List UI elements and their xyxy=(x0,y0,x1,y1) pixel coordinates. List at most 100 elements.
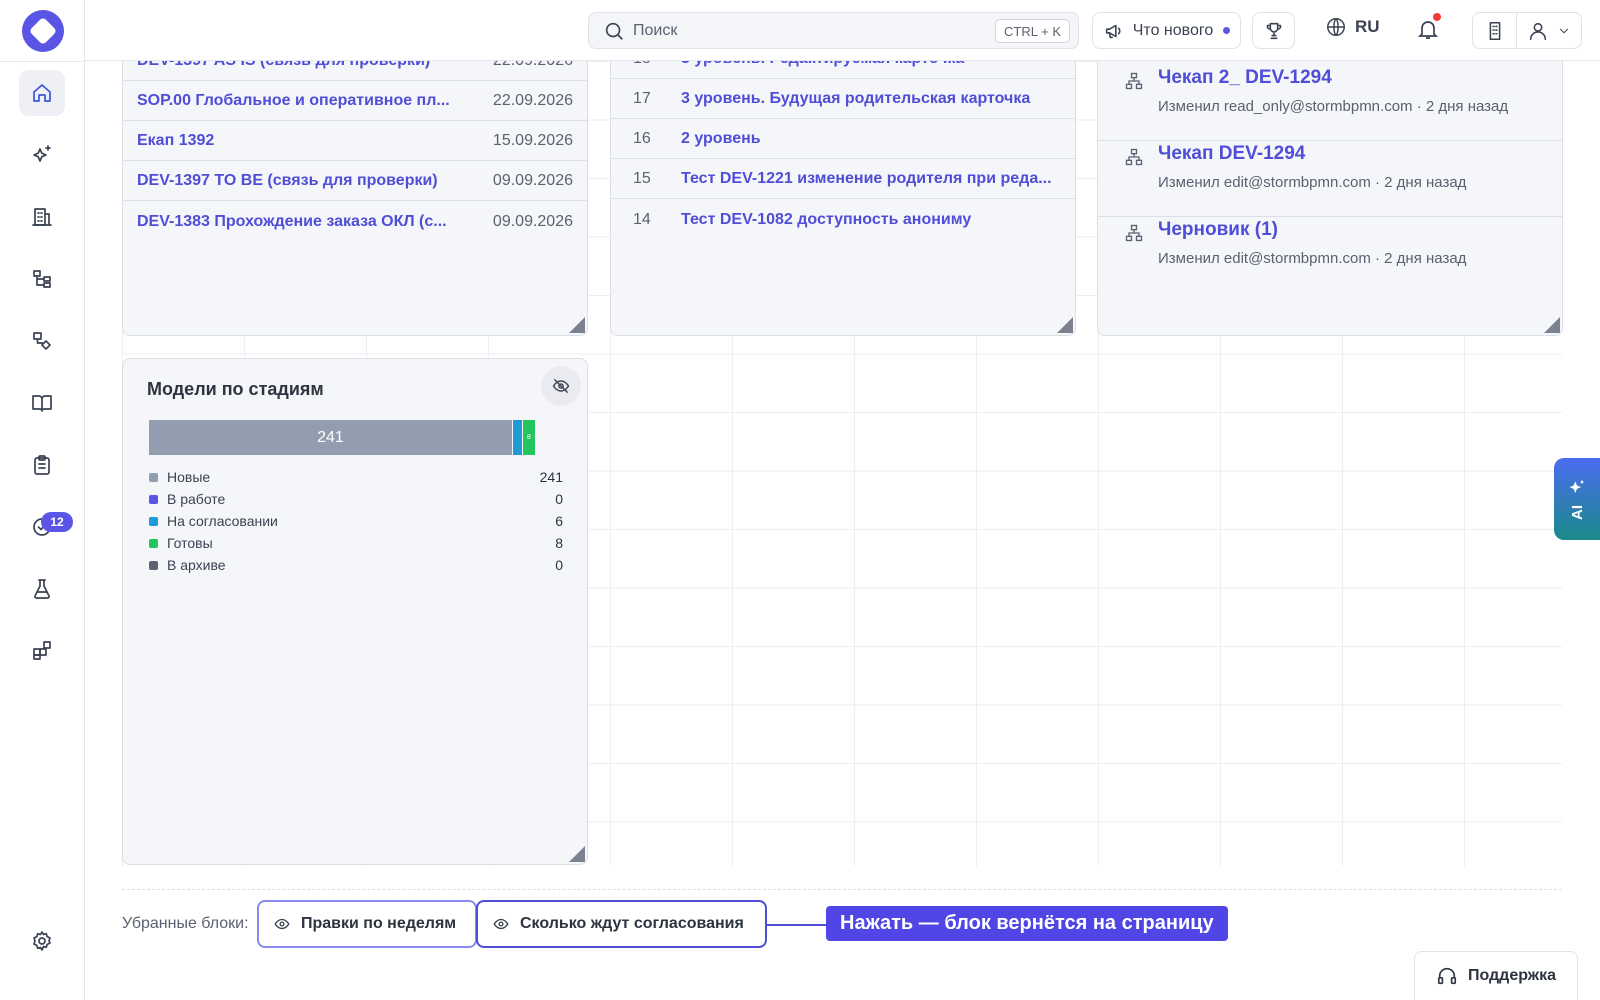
model-link[interactable]: Екап 1392 xyxy=(137,132,467,150)
legend-swatch xyxy=(149,538,158,548)
card-link[interactable]: Тест DEV-1082 доступность анониму xyxy=(681,211,1061,229)
hierarchy-icon xyxy=(33,270,51,288)
bar-segment-ready: 8 xyxy=(522,420,535,455)
globe-icon xyxy=(1327,18,1345,36)
settings-icon xyxy=(33,931,51,951)
notifications-button[interactable] xyxy=(1416,13,1441,46)
sidebar-item-processes[interactable] xyxy=(19,318,65,364)
sparkles-icon xyxy=(33,145,51,162)
restore-block-chip-approval-wait[interactable]: Сколько ждут согласования xyxy=(476,900,767,948)
model-date: 09.09.2026 xyxy=(492,172,573,189)
legend-value: 8 xyxy=(555,535,563,551)
card-link[interactable]: 2 уровень xyxy=(681,130,1061,148)
card-link[interactable]: Тест DEV-1221 изменение родителя при ред… xyxy=(681,170,1061,188)
sidebar-item-lab[interactable] xyxy=(19,566,65,612)
sidebar-item-organization[interactable] xyxy=(19,194,65,240)
search-icon xyxy=(605,22,623,40)
building-icon xyxy=(1489,21,1500,40)
whats-new-button[interactable]: Что нового xyxy=(1092,12,1241,49)
clipboard-icon xyxy=(34,455,50,475)
sidebar-item-home[interactable] xyxy=(19,70,65,116)
cards-list-card: 18 3 уровень. Редактируемая карточка 17 … xyxy=(610,31,1076,336)
eye-icon xyxy=(274,918,290,930)
resize-handle[interactable] xyxy=(569,846,585,862)
sidebar-item-hierarchy[interactable] xyxy=(19,256,65,302)
chevron-down-icon xyxy=(1560,28,1568,33)
search-shortcut-hint: CTRL + K xyxy=(995,19,1070,43)
legend-label: Готовы xyxy=(167,535,213,551)
recent-activity-card: Чекап 2_ DEV-1294 Изменил read_only@stor… xyxy=(1097,31,1563,336)
org-chart-icon xyxy=(1125,148,1143,166)
legend-value: 241 xyxy=(539,469,563,485)
activity-subtitle: Изменил edit@stormbpmn.com · 2 дня назад xyxy=(1158,250,1467,267)
sidebar-divider xyxy=(0,61,85,62)
table-row[interactable]: DEV-1383 Прохождение заказа ОКЛ (с... 09… xyxy=(123,202,587,241)
table-row[interactable]: 14 Тест DEV-1082 доступность анониму xyxy=(611,200,1075,239)
support-button[interactable]: Поддержка xyxy=(1414,951,1578,1000)
resize-handle[interactable] xyxy=(1057,317,1073,333)
table-row[interactable]: DEV-1397 TO BE (связь для проверки) 09.0… xyxy=(123,162,587,201)
card-number: 14 xyxy=(633,210,651,228)
activity-item[interactable]: Чекап 2_ DEV-1294 Изменил read_only@stor… xyxy=(1098,65,1562,141)
ai-assistant-tab[interactable]: AI xyxy=(1554,458,1600,540)
flask-icon xyxy=(34,579,50,599)
model-date: 22.09.2026 xyxy=(492,92,573,109)
table-row[interactable]: 17 3 уровень. Будущая родительская карто… xyxy=(611,80,1075,119)
table-row[interactable]: 16 2 уровень xyxy=(611,120,1075,159)
achievements-button[interactable] xyxy=(1252,12,1295,49)
hide-block-button[interactable] xyxy=(541,366,581,406)
logo[interactable] xyxy=(22,10,64,52)
top-header: CTRL + K Что нового RU xyxy=(85,0,1600,61)
megaphone-icon xyxy=(1105,24,1121,38)
legend-swatch xyxy=(149,516,158,526)
legend-value: 0 xyxy=(555,557,563,573)
activity-item[interactable]: Черновик (1) Изменил edit@stormbpmn.com … xyxy=(1098,217,1562,293)
activity-title[interactable]: Черновик (1) xyxy=(1158,219,1278,241)
model-link[interactable]: SOP.00 Глобальное и оперативное пл... xyxy=(137,92,467,110)
activity-item[interactable]: Чекап DEV-1294 Изменил edit@stormbpmn.co… xyxy=(1098,141,1562,217)
approvals-count-badge: 12 xyxy=(41,512,73,532)
workspace-button[interactable] xyxy=(1472,12,1517,49)
model-link[interactable]: DEV-1397 TO BE (связь для проверки) xyxy=(137,172,467,190)
resize-handle[interactable] xyxy=(569,317,585,333)
search-input[interactable] xyxy=(633,21,973,40)
table-row[interactable]: SOP.00 Глобальное и оперативное пл... 22… xyxy=(123,82,587,121)
recent-models-card: DEV-1397 AS IS (связь для проверки) 22.0… xyxy=(122,31,588,336)
trophy-icon xyxy=(1266,22,1281,39)
eye-off-icon xyxy=(552,378,570,394)
sidebar-item-registry[interactable] xyxy=(19,442,65,488)
legend-value: 6 xyxy=(555,513,563,529)
user-menu-button[interactable] xyxy=(1516,12,1582,49)
search-box[interactable]: CTRL + K xyxy=(588,12,1079,49)
model-date: 09.09.2026 xyxy=(492,212,573,230)
sidebar-item-settings[interactable] xyxy=(19,918,65,964)
card-link[interactable]: 3 уровень. Будущая родительская карточка xyxy=(681,90,1061,108)
flow-icon xyxy=(33,332,51,350)
table-row[interactable]: 15 Тест DEV-1221 изменение родителя при … xyxy=(611,160,1075,199)
legend-value: 0 xyxy=(555,491,563,507)
sidebar-item-ai[interactable] xyxy=(19,132,65,178)
resize-handle[interactable] xyxy=(1544,317,1560,333)
model-link[interactable]: DEV-1383 Прохождение заказа ОКЛ (с... xyxy=(137,213,467,231)
activity-title[interactable]: Чекап 2_ DEV-1294 xyxy=(1158,67,1332,89)
eye-icon xyxy=(493,918,509,930)
legend-item: На согласовании 6 xyxy=(149,510,563,532)
table-row[interactable]: Екап 1392 15.09.2026 xyxy=(123,122,587,161)
restore-block-chip-weekly-edits[interactable]: Правки по неделям xyxy=(257,900,477,948)
models-by-stage-card: Модели по стадиям 241 8 Новые 241 В рабо… xyxy=(122,358,588,865)
legend-swatch xyxy=(149,494,158,504)
sidebar-item-widgets[interactable] xyxy=(19,628,65,674)
language-label: RU xyxy=(1355,17,1380,36)
activity-title[interactable]: Чекап DEV-1294 xyxy=(1158,143,1305,165)
sidebar-item-knowledge[interactable] xyxy=(19,380,65,426)
widgets-icon xyxy=(33,641,51,660)
legend-item: В работе 0 xyxy=(149,488,563,510)
language-switcher[interactable]: RU xyxy=(1325,16,1380,38)
bar-segment-label: 8 xyxy=(527,434,531,441)
removed-blocks-divider xyxy=(122,889,1562,890)
card-number: 16 xyxy=(633,130,651,147)
activity-subtitle: Изменил edit@stormbpmn.com · 2 дня назад xyxy=(1158,174,1467,191)
removed-blocks-label: Убранные блоки: xyxy=(122,915,249,932)
card-number: 17 xyxy=(633,90,651,107)
home-icon xyxy=(33,84,51,102)
